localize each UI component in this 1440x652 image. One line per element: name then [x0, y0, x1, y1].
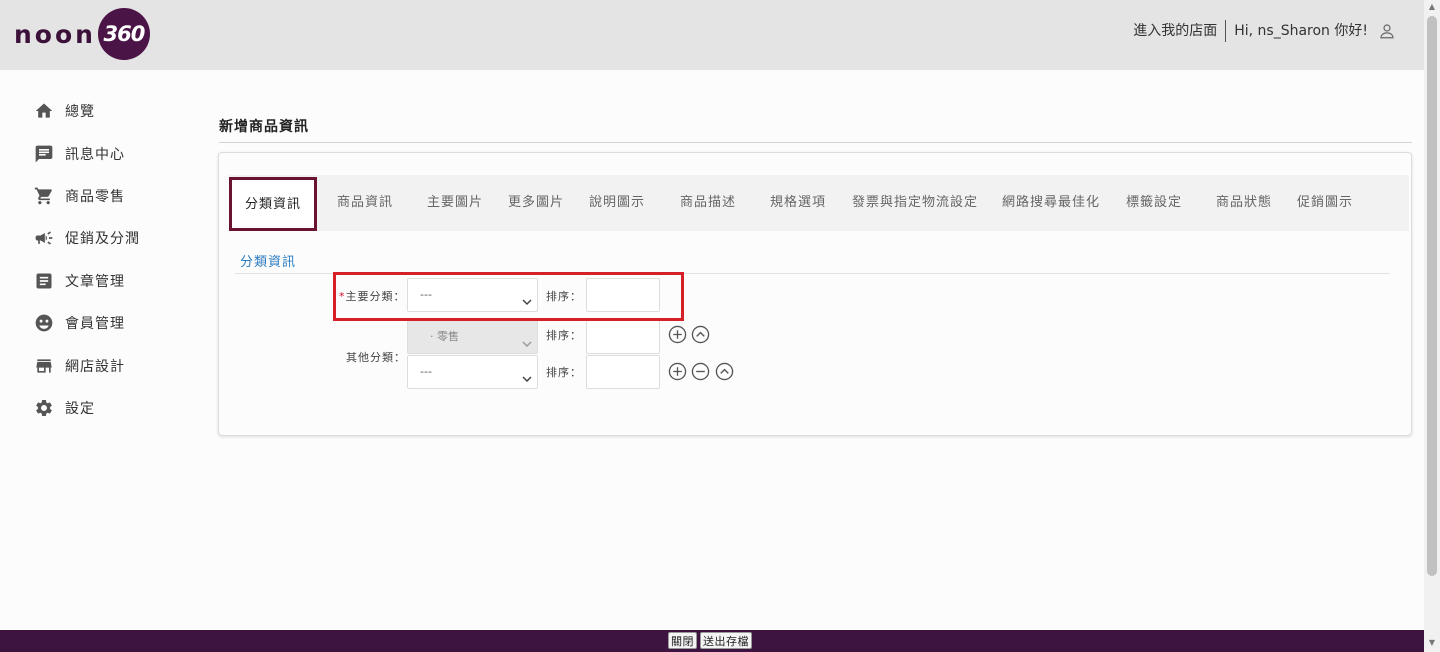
article-icon — [34, 271, 54, 291]
page-title: 新增商品資訊 — [219, 119, 309, 135]
logo-badge: 360 — [97, 8, 150, 60]
sidebar-item-label: 文章管理 — [65, 273, 125, 290]
other-category-sort-input-2[interactable] — [586, 355, 660, 389]
tab-seo[interactable]: 網路搜尋最佳化 — [1002, 175, 1100, 231]
other-category-value-2: --- — [420, 365, 432, 378]
other-category-select-2[interactable]: --- — [407, 355, 538, 389]
other-category-sort-label-1: 排序： — [546, 329, 582, 342]
member-icon — [34, 313, 54, 333]
sidebar-item-label: 商品零售 — [65, 188, 125, 205]
top-header: noon 360 進入我的店面 Hi, ns_Sharon 你好! — [0, 0, 1424, 70]
sidebar-item-members[interactable]: 會員管理 — [0, 302, 200, 344]
chevron-down-icon — [521, 366, 533, 383]
tab-bar: 分類資訊 商品資訊 主要圖片 更多圖片 說明圖示 商品描述 規格選項 發票與指定… — [229, 175, 1409, 231]
tab-category-info[interactable]: 分類資訊 — [229, 177, 318, 231]
message-icon — [34, 144, 54, 164]
scroll-down-arrow-icon[interactable]: ▼ — [1427, 638, 1437, 648]
tab-product-info[interactable]: 商品資訊 — [337, 175, 393, 231]
tab-spec-options[interactable]: 規格選項 — [770, 175, 826, 231]
chevron-down-icon — [521, 331, 533, 348]
add-circle-icon[interactable] — [668, 362, 687, 381]
sidebar-item-label: 總覽 — [65, 104, 95, 121]
tab-more-images[interactable]: 更多圖片 — [508, 175, 564, 231]
other-category-value-1: · 零售 — [430, 330, 459, 343]
sidebar-item-articles[interactable]: 文章管理 — [0, 260, 200, 302]
sidebar-item-label: 促銷及分潤 — [65, 231, 140, 248]
header-user-area: 進入我的店面 Hi, ns_Sharon 你好! — [1133, 20, 1396, 42]
sidebar-item-label: 設定 — [65, 400, 95, 417]
other-category-label: 其他分類： — [346, 351, 406, 364]
sidebar-item-overview[interactable]: 總覽 — [0, 90, 200, 132]
section-title: 分類資訊 — [240, 255, 297, 270]
footer-bar: 關閉 送出存檔 — [0, 630, 1424, 652]
move-up-circle-icon[interactable] — [715, 362, 734, 381]
sidebar-nav: 總覽 訊息中心 商品零售 促銷及分潤 文章管理 會員管理 網店設計 設定 — [0, 90, 200, 429]
user-greeting: Hi, ns_Sharon 你好! — [1234, 23, 1368, 39]
sidebar-item-label: 網店設計 — [65, 358, 125, 375]
tab-description-icons[interactable]: 說明圖示 — [589, 175, 645, 231]
sidebar-item-label: 會員管理 — [65, 316, 125, 333]
logo-text: noon — [14, 19, 96, 49]
home-icon — [34, 101, 54, 121]
sidebar-item-messages[interactable]: 訊息中心 — [0, 132, 200, 174]
other-category-sort-label-2: 排序： — [546, 366, 582, 379]
tab-product-description[interactable]: 商品描述 — [680, 175, 736, 231]
tab-tag-settings[interactable]: 標籤設定 — [1126, 175, 1182, 231]
tab-product-status[interactable]: 商品狀態 — [1216, 175, 1272, 231]
tab-promo-icons[interactable]: 促銷圖示 — [1297, 175, 1353, 231]
close-button[interactable]: 關閉 — [668, 632, 697, 649]
tab-invoice-logistics[interactable]: 發票與指定物流設定 — [852, 175, 978, 231]
megaphone-icon — [34, 228, 54, 248]
sidebar-item-retail[interactable]: 商品零售 — [0, 175, 200, 217]
footer-actions: 關閉 送出存檔 — [668, 632, 752, 649]
gear-icon — [34, 398, 54, 418]
sidebar-item-store-design[interactable]: 網店設計 — [0, 344, 200, 386]
other-category-sort-input-1[interactable] — [586, 320, 660, 354]
move-up-circle-icon[interactable] — [691, 325, 710, 344]
sidebar-item-label: 訊息中心 — [65, 146, 125, 163]
store-icon — [34, 356, 54, 376]
add-circle-icon[interactable] — [668, 325, 687, 344]
enter-store-link[interactable]: 進入我的店面 — [1133, 20, 1227, 42]
page-scrollbar[interactable]: ▲ ▼ — [1424, 0, 1440, 652]
tab-main-images[interactable]: 主要圖片 — [427, 175, 483, 231]
other-category-select-1[interactable]: · 零售 — [407, 320, 538, 354]
submit-save-button[interactable]: 送出存檔 — [700, 632, 752, 649]
user-icon[interactable] — [1378, 22, 1396, 40]
remove-circle-icon[interactable] — [691, 362, 710, 381]
sidebar-item-settings[interactable]: 設定 — [0, 387, 200, 429]
scroll-up-arrow-icon[interactable]: ▲ — [1427, 2, 1437, 12]
logo[interactable]: noon 360 — [14, 8, 150, 60]
sidebar-item-promotions[interactable]: 促銷及分潤 — [0, 217, 200, 259]
cart-icon — [34, 186, 54, 206]
highlight-box — [333, 272, 684, 321]
scroll-thumb[interactable] — [1427, 16, 1437, 576]
title-divider — [219, 142, 1412, 143]
